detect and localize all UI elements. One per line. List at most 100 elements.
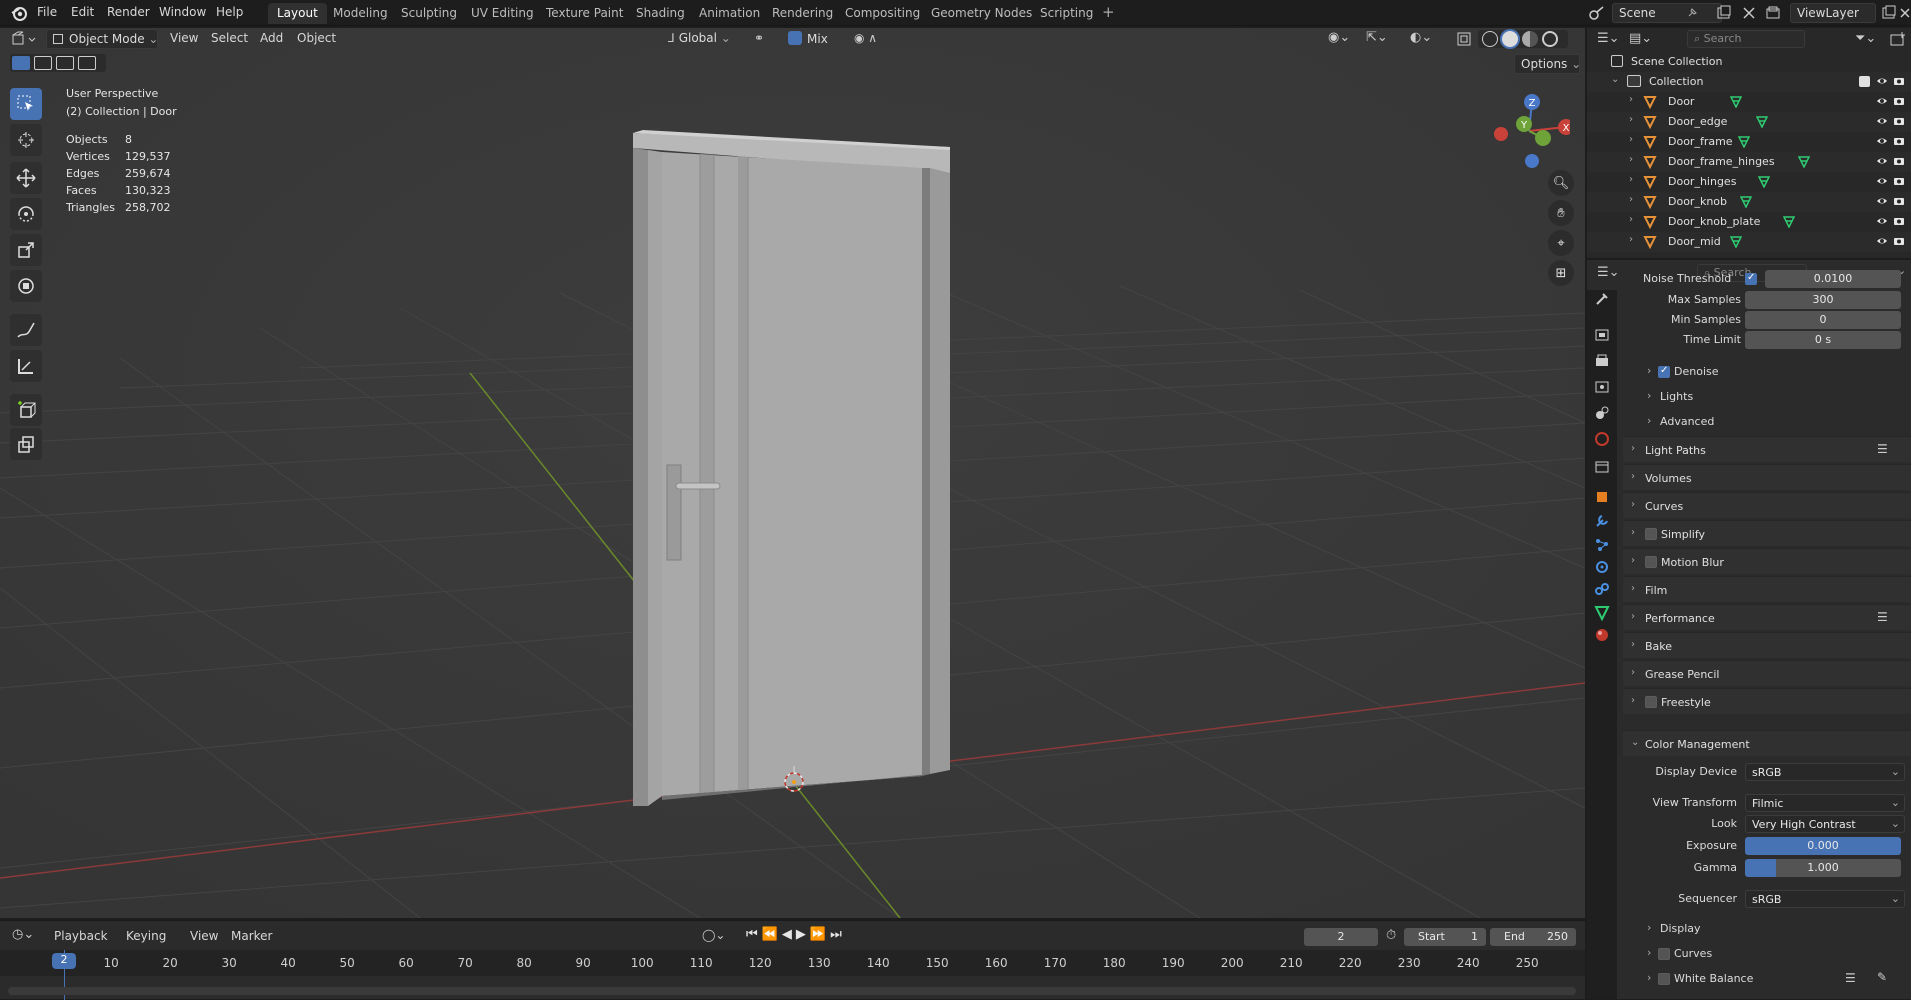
- outliner-row-object[interactable]: › Door_knob: [1587, 192, 1911, 212]
- object-expand-chevron-icon[interactable]: ›: [1629, 134, 1633, 145]
- wireframe-shading-icon[interactable]: [1482, 31, 1498, 47]
- view-layer-tab-icon[interactable]: [1593, 378, 1611, 396]
- material-shading-icon[interactable]: [1522, 31, 1538, 47]
- denoise-label[interactable]: Denoise: [1674, 365, 1719, 378]
- white-balance-checkbox[interactable]: [1658, 973, 1670, 985]
- move-tool[interactable]: [10, 162, 42, 194]
- panel-enable-checkbox[interactable]: [1645, 556, 1657, 568]
- sequencer-dropdown[interactable]: sRGB ⌄: [1745, 890, 1905, 908]
- gizmo-x-neg-icon[interactable]: [1494, 127, 1508, 141]
- cm-curves-chevron-icon[interactable]: ›: [1647, 946, 1651, 959]
- object-camera-icon[interactable]: [1893, 235, 1905, 247]
- outliner-row-object[interactable]: › Door_knob_plate: [1587, 212, 1911, 232]
- panel-header-grease-pencil[interactable]: › Grease Pencil: [1623, 660, 1911, 686]
- render-tab-icon[interactable]: [1593, 326, 1611, 344]
- rendered-shading-icon[interactable]: [1542, 31, 1558, 47]
- tab-uv-editing[interactable]: UV Editing: [462, 3, 543, 24]
- timeline-scrollbar[interactable]: [8, 987, 1576, 995]
- noise-threshold-field[interactable]: 0.0100: [1765, 270, 1901, 288]
- select-extend-icon[interactable]: [34, 56, 52, 70]
- particles-tab-icon[interactable]: [1593, 536, 1611, 554]
- object-tab-icon[interactable]: [1593, 488, 1611, 506]
- tab-geometry-nodes[interactable]: Geometry Nodes: [922, 3, 1041, 24]
- menu-edit[interactable]: Edit: [71, 5, 94, 19]
- tab-layout[interactable]: Layout: [268, 3, 327, 24]
- white-balance-chevron-icon[interactable]: ›: [1647, 971, 1651, 984]
- object-expand-chevron-icon[interactable]: ›: [1629, 234, 1633, 245]
- outliner-row-object[interactable]: › Door_mid: [1587, 232, 1911, 252]
- transform-orientation-selector[interactable]: ⅃ Global ⌄: [662, 29, 742, 49]
- presets-list-icon[interactable]: ☰: [1877, 610, 1888, 624]
- timeline-editor-type-icon[interactable]: ◷⌄: [12, 927, 40, 945]
- view-transform-dropdown[interactable]: Filmic ⌄: [1745, 794, 1905, 812]
- viewport-menu-object[interactable]: Object: [297, 31, 336, 45]
- navigation-gizmo[interactable]: Z X Y: [1488, 86, 1570, 168]
- play-reverse-icon[interactable]: ◀: [782, 927, 796, 942]
- mode-selector[interactable]: Object Mode ⌄: [46, 29, 158, 49]
- object-eye-icon[interactable]: [1876, 135, 1888, 147]
- panel-header-motion-blur[interactable]: › Motion Blur: [1623, 548, 1911, 574]
- object-camera-icon[interactable]: [1893, 195, 1905, 207]
- viewport-menu-add[interactable]: Add: [260, 31, 283, 45]
- viewport-menu-view[interactable]: View: [170, 31, 198, 45]
- pivot-point-selector[interactable]: ⚭: [748, 29, 780, 49]
- menu-help[interactable]: Help: [216, 5, 243, 19]
- tab-texture-paint[interactable]: Texture Paint: [537, 3, 632, 24]
- panel-enable-checkbox[interactable]: [1645, 696, 1657, 708]
- new-collection-icon[interactable]: [1889, 31, 1907, 49]
- cm-display-subpanel[interactable]: Display: [1660, 922, 1701, 935]
- scene-selector[interactable]: Scene: [1612, 3, 1722, 23]
- new-view-layer-icon[interactable]: [1881, 5, 1897, 21]
- outliner-row-object[interactable]: › Door_edge: [1587, 112, 1911, 132]
- color-management-panel-header[interactable]: ⌄ Color Management: [1623, 730, 1911, 756]
- tab-rendering[interactable]: Rendering: [763, 3, 842, 24]
- menu-render[interactable]: Render: [107, 5, 150, 19]
- cm-curves-subpanel[interactable]: Curves: [1674, 947, 1712, 960]
- view-layer-icon[interactable]: [1765, 5, 1781, 21]
- properties-editor-type-icon[interactable]: ☰⌄: [1597, 265, 1625, 283]
- preview-range-icon[interactable]: ⏱: [1386, 928, 1396, 943]
- max-samples-field[interactable]: 300: [1745, 291, 1901, 309]
- select-intersect-icon[interactable]: [78, 56, 96, 70]
- current-frame-field[interactable]: 2: [1304, 928, 1378, 946]
- white-balance-subpanel[interactable]: White Balance: [1674, 972, 1753, 985]
- annotate-tool[interactable]: [10, 314, 42, 346]
- snap-selector[interactable]: Mix: [782, 29, 844, 49]
- panel-enable-checkbox[interactable]: [1645, 528, 1657, 540]
- playhead-handle[interactable]: 2: [52, 953, 76, 969]
- end-frame-field[interactable]: End 250: [1490, 928, 1576, 946]
- outliner-search-input[interactable]: ⌕ Search: [1687, 30, 1805, 48]
- tab-animation[interactable]: Animation: [690, 3, 769, 24]
- outliner-editor-type-icon[interactable]: ☰⌄: [1597, 31, 1621, 49]
- panel-header-film[interactable]: › Film: [1623, 576, 1911, 602]
- select-new-icon[interactable]: [12, 56, 30, 70]
- white-balance-list-icon[interactable]: ☰: [1845, 971, 1856, 985]
- tool-tab-icon[interactable]: [1593, 290, 1611, 308]
- object-eye-icon[interactable]: [1876, 175, 1888, 187]
- editor-type-icon[interactable]: [10, 31, 38, 49]
- object-eye-icon[interactable]: [1876, 215, 1888, 227]
- extrude-tool[interactable]: [10, 428, 42, 460]
- blender-logo-icon[interactable]: [10, 4, 28, 22]
- gizmo-z-neg-icon[interactable]: [1525, 154, 1539, 168]
- min-samples-field[interactable]: 0: [1745, 311, 1901, 329]
- presets-list-icon[interactable]: ☰: [1877, 442, 1888, 456]
- world-tab-icon[interactable]: [1593, 430, 1611, 448]
- tab-sculpting[interactable]: Sculpting: [392, 3, 466, 24]
- object-eye-icon[interactable]: [1876, 235, 1888, 247]
- view-layer-selector[interactable]: ViewLayer: [1790, 3, 1876, 23]
- modifier-tab-icon[interactable]: [1593, 512, 1611, 530]
- mesh-data-icon[interactable]: [1730, 236, 1742, 248]
- panel-header-volumes[interactable]: › Volumes: [1623, 464, 1911, 490]
- object-camera-icon[interactable]: [1893, 175, 1905, 187]
- object-eye-icon[interactable]: [1876, 115, 1888, 127]
- collection-eye-icon[interactable]: [1876, 75, 1888, 87]
- pin-icon[interactable]: [1686, 7, 1698, 19]
- object-expand-chevron-icon[interactable]: ›: [1629, 114, 1633, 125]
- outliner-row-scene-collection[interactable]: Scene Collection: [1587, 52, 1911, 72]
- object-camera-icon[interactable]: [1893, 155, 1905, 167]
- prev-keyframe-icon[interactable]: ⏪: [762, 927, 782, 942]
- rotate-tool[interactable]: [10, 198, 42, 230]
- object-expand-chevron-icon[interactable]: ›: [1629, 94, 1633, 105]
- advanced-chevron-icon[interactable]: ›: [1647, 414, 1651, 427]
